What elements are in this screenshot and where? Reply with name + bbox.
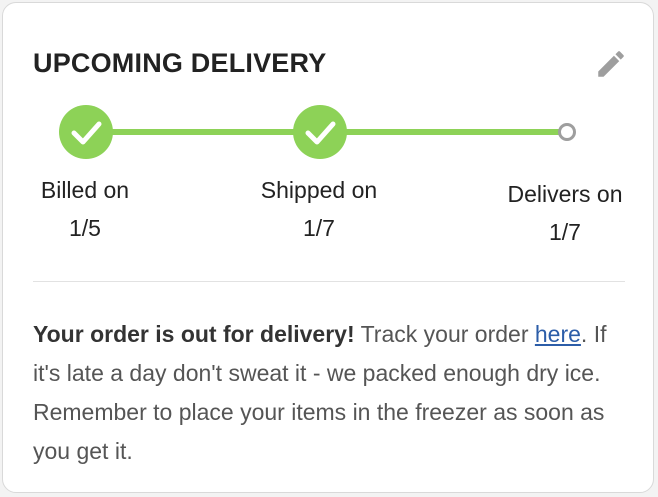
step-delivers-label: Delivers on 1/7 (493, 175, 637, 251)
circle-icon (558, 123, 576, 141)
step-billed-dot (59, 105, 113, 159)
step-delivers-title: Delivers on (507, 181, 623, 207)
delivery-message: Your order is out for delivery! Track yo… (33, 315, 623, 471)
message-bold-text: Your order is out for delivery! (33, 321, 355, 347)
step-shipped-title: Shipped on (260, 177, 378, 203)
upcoming-delivery-card: UPCOMING DELIVERY Billed on 1/5 Shipped … (2, 2, 654, 493)
message-text-before-link: Track your order (354, 321, 535, 347)
step-billed-date: 1/5 (69, 215, 101, 241)
track-order-link[interactable]: here (535, 321, 581, 347)
step-delivers-date: 1/7 (549, 219, 581, 245)
check-icon (293, 105, 347, 159)
check-icon (59, 105, 113, 159)
step-billed-title: Billed on (40, 177, 130, 203)
step-shipped-label: Shipped on 1/7 (243, 171, 395, 247)
divider (33, 281, 625, 282)
delivery-progress-tracker: Billed on 1/5 Shipped on 1/7 Delivers on… (3, 3, 655, 263)
step-shipped-date: 1/7 (303, 215, 335, 241)
step-shipped-dot (293, 105, 347, 159)
step-billed-label: Billed on 1/5 (25, 171, 145, 247)
